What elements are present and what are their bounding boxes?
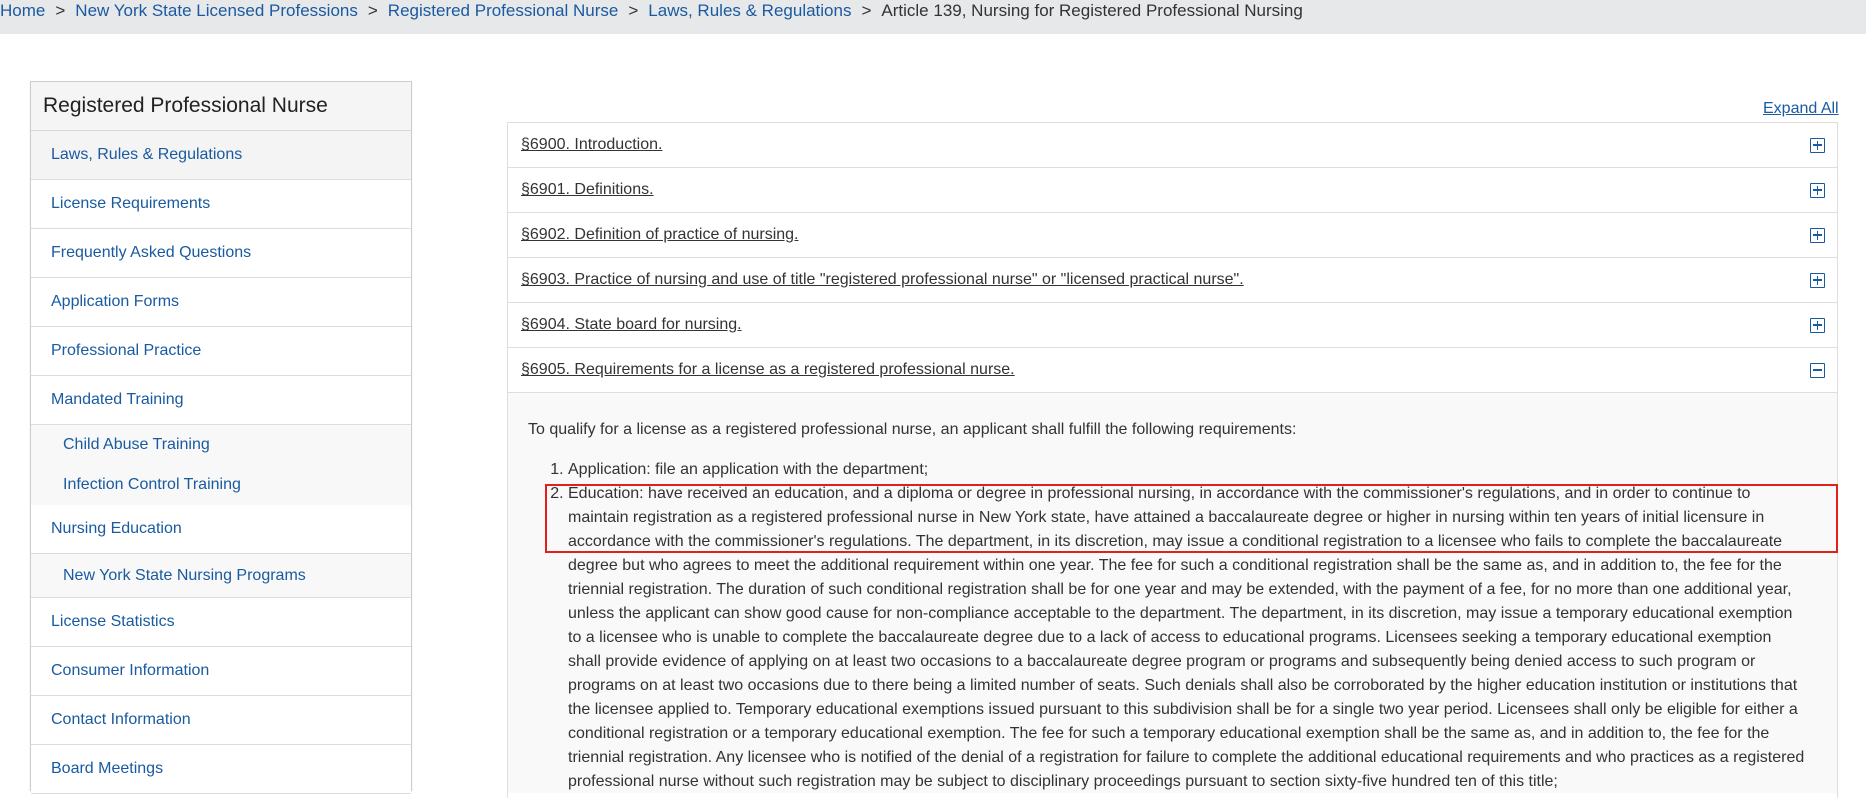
breadcrumb-home[interactable]: Home — [0, 1, 45, 21]
sidebar-item-license-requirements[interactable]: License Requirements — [31, 180, 411, 229]
expand-plus-icon[interactable] — [1810, 227, 1825, 243]
breadcrumb: Home > New York State Licensed Professio… — [0, 0, 1303, 22]
expand-plus-icon[interactable] — [1810, 317, 1825, 333]
sidebar: Registered Professional Nurse Laws, Rule… — [30, 81, 412, 794]
section-header-6902[interactable]: §6902. Definition of practice of nursing… — [508, 213, 1837, 258]
breadcrumb-registered-nurse[interactable]: Registered Professional Nurse — [388, 1, 619, 21]
sidebar-item-application-forms[interactable]: Application Forms — [31, 278, 411, 327]
sidebar-item-license-statistics[interactable]: License Statistics — [31, 598, 411, 647]
law-sections-accordion: §6900. Introduction. §6901. Definitions.… — [507, 122, 1838, 798]
section-header-6901[interactable]: §6901. Definitions. — [508, 168, 1837, 213]
sidebar-subitem-infection-control-training[interactable]: Infection Control Training — [31, 465, 411, 505]
section-header-6904[interactable]: §6904. State board for nursing. — [508, 303, 1837, 348]
section-header-6900[interactable]: §6900. Introduction. — [508, 123, 1837, 168]
list-item: Education: have received an education, a… — [568, 482, 1807, 794]
sidebar-title: Registered Professional Nurse — [31, 82, 411, 131]
section-title[interactable]: §6904. State board for nursing. — [521, 316, 742, 334]
list-item: Application: file an application with th… — [568, 458, 1807, 482]
breadcrumb-laws-rules[interactable]: Laws, Rules & Regulations — [648, 1, 851, 21]
breadcrumb-separator: > — [861, 1, 872, 20]
sidebar-item-faq[interactable]: Frequently Asked Questions — [31, 229, 411, 278]
expand-plus-icon[interactable] — [1810, 182, 1825, 198]
collapse-minus-icon[interactable] — [1810, 362, 1825, 378]
sidebar-nav: Laws, Rules & Regulations License Requir… — [31, 131, 411, 794]
sidebar-subitem-nys-nursing-programs[interactable]: New York State Nursing Programs — [31, 554, 411, 598]
sidebar-item-consumer-information[interactable]: Consumer Information — [31, 647, 411, 696]
breadcrumb-licensed-professions[interactable]: New York State Licensed Professions — [75, 1, 358, 21]
sidebar-item-contact-information[interactable]: Contact Information — [31, 696, 411, 745]
expand-all-link[interactable]: Expand All — [1763, 100, 1839, 118]
breadcrumb-separator: > — [367, 1, 378, 20]
section-title[interactable]: §6905. Requirements for a license as a r… — [521, 361, 1015, 379]
breadcrumb-separator: > — [55, 1, 66, 20]
section-body-6905: To qualify for a license as a registered… — [508, 393, 1837, 793]
requirements-list: Application: file an application with th… — [528, 458, 1807, 794]
breadcrumb-separator: > — [628, 1, 639, 20]
expand-plus-icon[interactable] — [1810, 272, 1825, 288]
sidebar-item-nursing-education[interactable]: Nursing Education — [31, 505, 411, 554]
section-title[interactable]: §6900. Introduction. — [521, 136, 662, 154]
section-title[interactable]: §6903. Practice of nursing and use of ti… — [521, 271, 1244, 289]
sidebar-item-laws-rules[interactable]: Laws, Rules & Regulations — [31, 131, 411, 180]
sidebar-item-board-meetings[interactable]: Board Meetings — [31, 745, 411, 794]
breadcrumb-bar: Home > New York State Licensed Professio… — [0, 0, 1866, 34]
sidebar-item-mandated-training[interactable]: Mandated Training — [31, 376, 411, 425]
section-title[interactable]: §6901. Definitions. — [521, 181, 654, 199]
expand-plus-icon[interactable] — [1810, 137, 1825, 153]
section-title[interactable]: §6902. Definition of practice of nursing… — [521, 226, 799, 244]
section-header-6903[interactable]: §6903. Practice of nursing and use of ti… — [508, 258, 1837, 303]
breadcrumb-current: Article 139, Nursing for Registered Prof… — [881, 1, 1303, 20]
section-intro: To qualify for a license as a registered… — [528, 421, 1297, 438]
sidebar-subitem-child-abuse-training[interactable]: Child Abuse Training — [31, 425, 411, 465]
section-header-6905[interactable]: §6905. Requirements for a license as a r… — [508, 348, 1837, 393]
sidebar-item-professional-practice[interactable]: Professional Practice — [31, 327, 411, 376]
